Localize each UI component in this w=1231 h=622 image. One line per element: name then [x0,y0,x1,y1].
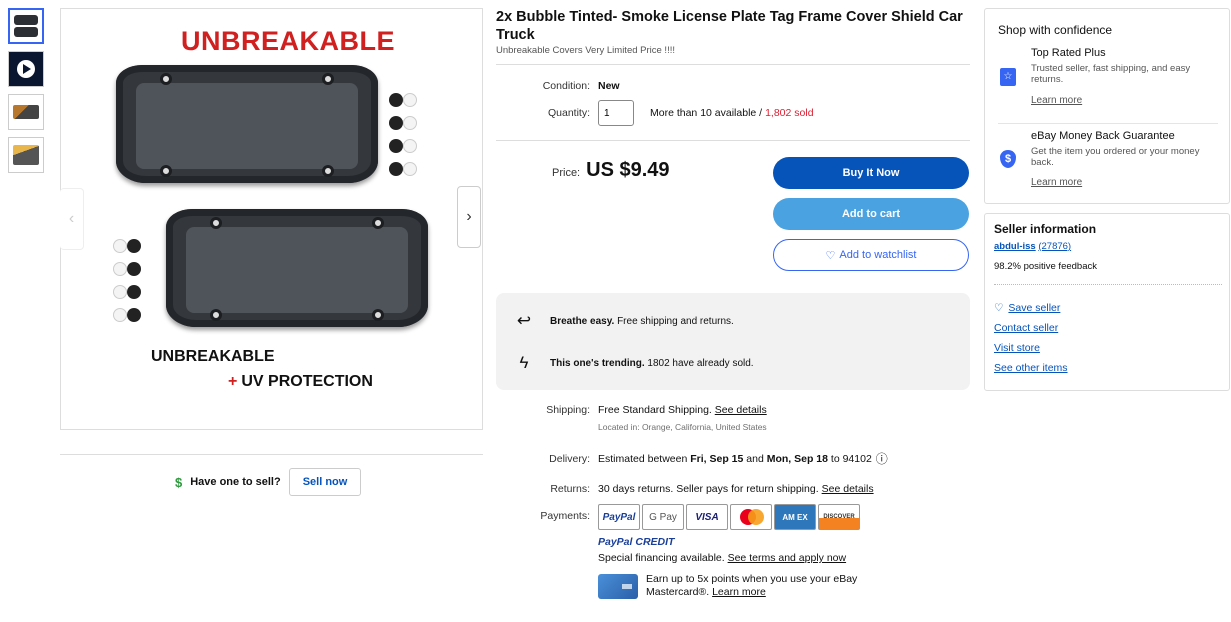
chevron-left-icon: ‹ [68,210,75,227]
buy-it-now-button[interactable]: Buy It Now [773,157,969,189]
amex-logo: AM EX [774,504,816,530]
discover-logo: DISCOVER [818,504,860,530]
watchlist-label: Add to watchlist [839,249,917,261]
sold-count: 1,802 sold [765,107,814,119]
returns-label: Returns: [550,483,590,495]
free-returns-highlight: ↩ Breathe easy. Free shipping and return… [514,311,734,331]
product-thumbnail [13,145,39,165]
trending-highlight: ϟ This one's trending. 1802 have already… [514,353,754,373]
info-icon[interactable]: ⓘ [876,450,888,467]
paypal-logo: PayPal [598,504,640,530]
sell-now-button[interactable]: Sell now [288,468,362,496]
divider [60,454,483,455]
main-product-image[interactable]: UNBREAKABLE UNBREAKABLE + UV PROTECTION [60,8,483,430]
sell-prompt: $ Have one to sell? Sell now [175,468,362,496]
money-back-learn-more[interactable]: Learn more [1031,177,1211,188]
plate-cover-image [116,65,378,183]
thumbnail-1[interactable] [8,8,44,44]
add-to-watchlist-button[interactable]: ♡ Add to watchlist [773,239,969,271]
top-rated-title: Top Rated Plus [1031,47,1106,59]
ebay-mastercard-image [598,573,638,599]
previous-image-button[interactable]: ‹ [60,188,84,250]
top-rated-badge-icon: ☆ [1000,68,1016,86]
plate-thumbnail [14,27,38,37]
shipping-label: Shipping: [546,404,590,416]
image-label-uv: + UV PROTECTION [228,373,373,390]
price-label: Price: [552,167,581,179]
image-label-unbreakable: UNBREAKABLE [151,348,275,365]
heart-icon: ♡ [825,249,836,262]
bolt-caps-image [389,93,425,185]
financing-text: Special financing available. [598,552,725,564]
thumbnail-4[interactable] [8,137,44,173]
returns-value: 30 days returns. Seller pays for return … [598,483,819,495]
price-value: US $9.49 [586,159,670,181]
thumbnail-3[interactable] [8,94,44,130]
google-pay-logo: G Pay [642,504,684,530]
visa-logo: VISA [686,504,728,530]
shipping-value: Free Standard Shipping. [598,404,712,416]
money-back-desc: Get the item you ordered or your money b… [1031,146,1200,168]
seller-feedback: 98.2% positive feedback [994,261,1097,272]
condition-label: Condition: [542,80,590,92]
availability-text: More than 10 available / [650,107,763,119]
seller-information: Seller information abdul-iss (27876) 98.… [984,213,1230,391]
lightning-icon: ϟ [519,353,529,372]
delivery-label: Delivery: [549,452,590,465]
plate-cover-image [166,209,428,327]
quantity-input[interactable] [598,100,634,126]
thumbnail-strip [8,8,46,180]
visit-store-link[interactable]: Visit store [994,342,1040,354]
play-icon [17,60,35,78]
dollar-icon: $ [175,474,183,490]
listing-title: 2x Bubble Tinted- Smoke License Plate Ta… [496,9,963,43]
item-location: Located in: Orange, California, United S… [598,422,767,432]
condition-value: New [598,80,620,92]
seller-name-link[interactable]: abdul-iss [994,241,1036,252]
heart-icon: ♡ [994,302,1004,314]
next-image-button[interactable]: › [457,186,481,248]
bolt-caps-image [113,239,149,331]
add-to-cart-button[interactable]: Add to cart [773,198,969,230]
top-rated-learn-more[interactable]: Learn more [1031,95,1211,106]
paypal-credit-logo: PayPal CREDIT [598,536,675,548]
payments-label: Payments: [540,510,590,522]
listing-subtitle: Unbreakable Covers Very Limited Price !!… [496,45,675,56]
shop-confidence-title: Shop with confidence [998,23,1113,37]
seller-name-row: abdul-iss (27876) [994,241,1071,252]
product-thumbnail [13,105,39,119]
money-back-title: eBay Money Back Guarantee [1031,130,1175,142]
quantity-label: Quantity: [547,107,590,119]
contact-seller-link[interactable]: Contact seller [994,322,1058,334]
seller-score-link[interactable]: (27876) [1038,241,1071,252]
money-back-shield-icon: $ [1000,150,1016,168]
chevron-right-icon: › [466,208,472,225]
sell-prompt-text: Have one to sell? [190,476,281,488]
delivery-estimate: Estimated between Fri, Sep 15 and Mon, S… [598,452,872,465]
listing-details: 2x Bubble Tinted- Smoke License Plate Ta… [496,8,970,599]
top-rated-desc: Trusted seller, fast shipping, and easy … [1031,63,1191,85]
seller-info-title: Seller information [994,222,1097,236]
highlights-box: ↩ Breathe easy. Free shipping and return… [496,293,970,390]
image-title: UNBREAKABLE [181,26,395,56]
financing-link[interactable]: See terms and apply now [728,552,846,564]
see-other-items-link[interactable]: See other items [994,362,1068,374]
mastercard-logo [730,504,772,530]
shipping-details-link[interactable]: See details [715,404,767,416]
shop-with-confidence: Shop with confidence ☆ Top Rated Plus Tr… [984,8,1230,204]
plate-thumbnail [14,15,38,25]
returns-details-link[interactable]: See details [822,483,874,495]
thumbnail-video[interactable] [8,51,44,87]
card-learn-more-link[interactable]: Learn more [712,586,766,598]
payment-methods: PayPal G Pay VISA AM EX DISCOVER [598,504,906,530]
return-arrow-icon: ↩ [516,311,532,330]
save-seller-link[interactable]: ♡ Save seller [994,302,1060,314]
